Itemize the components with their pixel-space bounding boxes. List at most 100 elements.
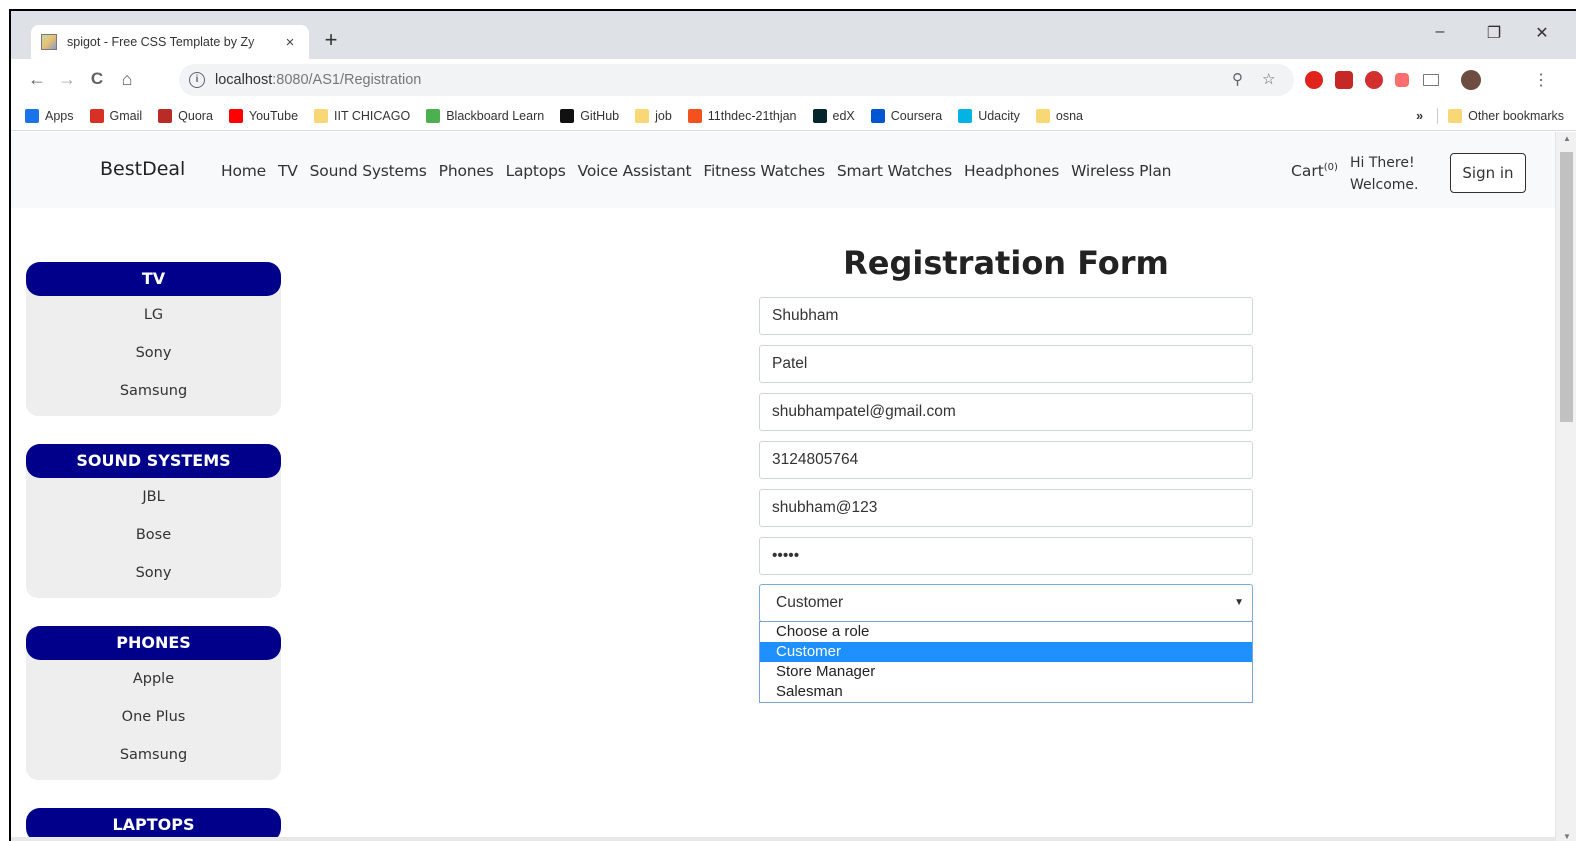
bookmark-label: Coursera bbox=[890, 108, 943, 123]
role-select-value: Customer bbox=[776, 594, 844, 611]
first-name-field[interactable] bbox=[759, 297, 1253, 335]
address-bar[interactable]: i localhost:8080/AS1/Registration ⚲ ☆ bbox=[179, 64, 1294, 96]
tab-strip: spigot - Free CSS Template by Zy × + – ❐… bbox=[11, 11, 1576, 59]
phone-field[interactable] bbox=[759, 441, 1253, 479]
cart-count: (0) bbox=[1323, 162, 1338, 173]
role-option[interactable]: Customer bbox=[760, 642, 1252, 662]
cast-extension-icon[interactable] bbox=[1395, 73, 1409, 87]
category-item[interactable]: Apple bbox=[26, 660, 281, 698]
bookmark-7[interactable]: job bbox=[635, 108, 672, 123]
category-item[interactable]: LG bbox=[26, 296, 281, 334]
adblock-extension-icon[interactable] bbox=[1365, 71, 1383, 89]
other-bookmarks-label: Other bookmarks bbox=[1468, 109, 1564, 123]
category-header[interactable]: TV bbox=[26, 262, 281, 296]
zoom-icon[interactable]: ⚲ bbox=[1232, 70, 1243, 88]
email-field[interactable] bbox=[759, 393, 1253, 431]
folder-icon bbox=[1035, 108, 1050, 123]
category-header[interactable]: PHONES bbox=[26, 626, 281, 660]
category-item[interactable]: Sony bbox=[26, 554, 281, 592]
book-extension-icon[interactable] bbox=[1335, 71, 1353, 89]
reload-icon[interactable]: C bbox=[82, 69, 112, 90]
category-header[interactable]: SOUND SYSTEMS bbox=[26, 444, 281, 478]
last-name-field[interactable] bbox=[759, 345, 1253, 383]
more-bookmarks-button[interactable]: » bbox=[1416, 109, 1423, 123]
bookmark-5[interactable]: Blackboard Learn bbox=[426, 108, 545, 123]
nav-link-home[interactable]: Home bbox=[221, 162, 266, 180]
bookmark-1[interactable]: Gmail bbox=[89, 108, 143, 123]
nav-link-phones[interactable]: Phones bbox=[439, 162, 494, 180]
category-item[interactable]: JBL bbox=[26, 478, 281, 516]
category-item[interactable]: Samsung bbox=[26, 736, 281, 774]
youtube-icon bbox=[228, 108, 243, 123]
nav-link-wireless-plan[interactable]: Wireless Plan bbox=[1071, 162, 1171, 180]
role-option[interactable]: Store Manager bbox=[760, 662, 1252, 682]
category-item[interactable]: Samsung bbox=[26, 372, 281, 410]
bookmark-4[interactable]: IIT CHICAGO bbox=[314, 108, 411, 123]
tab-close-icon[interactable]: × bbox=[281, 34, 299, 51]
minimize-button[interactable]: – bbox=[1425, 23, 1455, 41]
udacity-icon bbox=[958, 108, 973, 123]
bookmark-label: Udacity bbox=[978, 108, 1020, 123]
horizontal-scrollbar[interactable] bbox=[11, 837, 1555, 841]
nav-link-fitness-watches[interactable]: Fitness Watches bbox=[703, 162, 825, 180]
bookmark-11[interactable]: Udacity bbox=[958, 108, 1020, 123]
category-item[interactable]: Bose bbox=[26, 516, 281, 554]
home-icon[interactable]: ⌂ bbox=[112, 69, 142, 90]
bookmark-9[interactable]: edX bbox=[812, 108, 855, 123]
category-phones: PHONES Apple One Plus Samsung bbox=[26, 626, 281, 780]
bookmark-2[interactable]: Quora bbox=[158, 108, 213, 123]
brand-logo[interactable]: BestDeal bbox=[100, 158, 185, 180]
new-tab-button[interactable]: + bbox=[319, 29, 343, 53]
role-option[interactable]: Salesman bbox=[760, 682, 1252, 702]
form-title: Registration Form bbox=[843, 244, 1169, 282]
role-select[interactable]: Customer ▼ bbox=[759, 584, 1253, 622]
nav-link-voice-assistant[interactable]: Voice Assistant bbox=[578, 162, 692, 180]
browser-window: spigot - Free CSS Template by Zy × + – ❐… bbox=[9, 9, 1576, 841]
scrollbar-thumb[interactable] bbox=[1560, 152, 1573, 422]
menu-dots-icon[interactable]: ⋮ bbox=[1533, 70, 1549, 90]
bookmark-label: Apps bbox=[45, 108, 74, 123]
bookmark-label: Gmail bbox=[109, 108, 143, 123]
nav-link-smart-watches[interactable]: Smart Watches bbox=[837, 162, 952, 180]
bookmark-12[interactable]: osna bbox=[1035, 108, 1083, 123]
site-favicon-icon bbox=[41, 34, 57, 50]
username-field[interactable] bbox=[759, 489, 1253, 527]
sign-in-button[interactable]: Sign in bbox=[1450, 153, 1526, 193]
bookmark-8[interactable]: 11thdec-21thjan bbox=[687, 108, 797, 123]
bookmark-label: Quora bbox=[178, 108, 213, 123]
close-window-button[interactable]: ✕ bbox=[1527, 23, 1557, 43]
bookmark-label: Blackboard Learn bbox=[446, 108, 545, 123]
opera-extension-icon[interactable] bbox=[1305, 71, 1323, 89]
category-item[interactable]: Sony bbox=[26, 334, 281, 372]
greeting-line1: Hi There! bbox=[1350, 155, 1415, 171]
back-icon[interactable]: ← bbox=[22, 69, 52, 90]
nav-link-tv[interactable]: TV bbox=[278, 162, 298, 180]
nav-link-laptops[interactable]: Laptops bbox=[506, 162, 566, 180]
other-bookmarks-button[interactable]: Other bookmarks bbox=[1448, 109, 1564, 123]
vertical-scrollbar[interactable]: ▲ ▼ bbox=[1555, 132, 1576, 841]
scroll-up-icon[interactable]: ▲ bbox=[1556, 134, 1576, 143]
bookmark-10[interactable]: Coursera bbox=[870, 108, 943, 123]
restore-button[interactable]: ❐ bbox=[1479, 23, 1509, 43]
browser-tab-active[interactable]: spigot - Free CSS Template by Zy × bbox=[31, 25, 309, 59]
profile-avatar[interactable] bbox=[1461, 70, 1481, 90]
bookmarks-bar: Apps Gmail Quora YouTube IIT CHICAGO Blackboa… bbox=[11, 101, 1576, 131]
bookmark-0[interactable]: Apps bbox=[25, 108, 74, 123]
nav-link-sound-systems[interactable]: Sound Systems bbox=[310, 162, 427, 180]
password-field[interactable] bbox=[759, 537, 1253, 575]
role-dropdown-list: Choose a role Customer Store Manager Salesm… bbox=[759, 621, 1253, 703]
cart-link[interactable]: Cart(0) bbox=[1291, 162, 1338, 180]
nav-link-headphones[interactable]: Headphones bbox=[964, 162, 1059, 180]
greeting: Hi There! Welcome. bbox=[1350, 152, 1419, 196]
bookmark-star-icon[interactable]: ☆ bbox=[1262, 70, 1275, 88]
mail-extension-icon[interactable] bbox=[1423, 74, 1439, 86]
role-option[interactable]: Choose a role bbox=[760, 622, 1252, 642]
scroll-down-icon[interactable]: ▼ bbox=[1556, 832, 1576, 841]
bookmark-label: IIT CHICAGO bbox=[334, 108, 411, 123]
forward-icon[interactable]: → bbox=[52, 69, 82, 90]
bookmark-6[interactable]: GitHub bbox=[560, 108, 619, 123]
bookmark-3[interactable]: YouTube bbox=[228, 108, 299, 123]
bookmark-label: YouTube bbox=[248, 108, 299, 123]
category-item[interactable]: One Plus bbox=[26, 698, 281, 736]
site-info-icon[interactable]: i bbox=[189, 72, 205, 88]
